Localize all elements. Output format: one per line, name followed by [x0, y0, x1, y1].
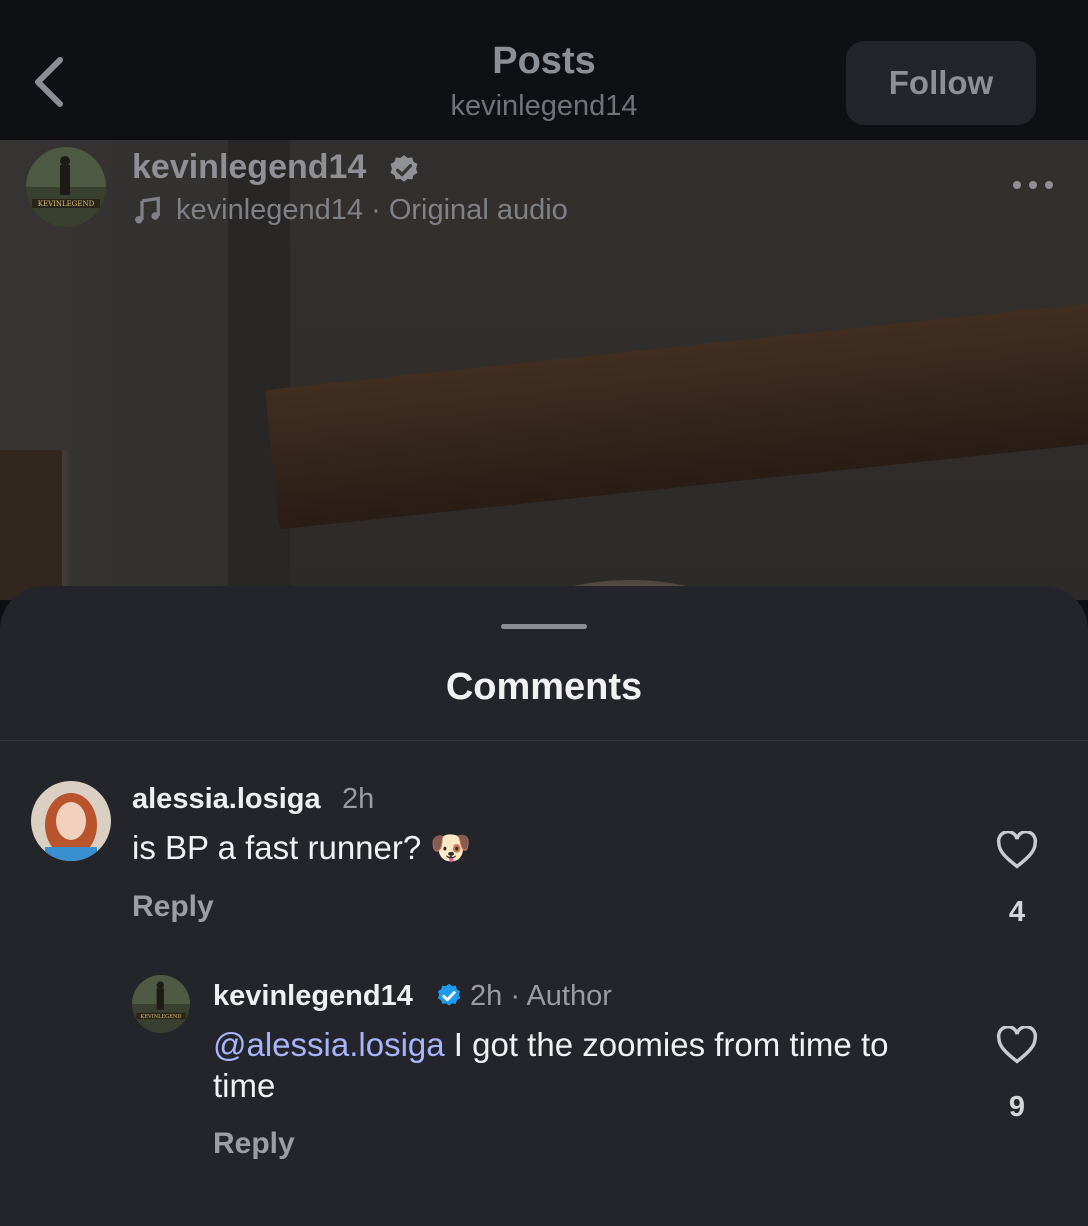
audio-label: Original audio [388, 194, 568, 226]
comment-time: 2h [342, 783, 375, 815]
top-bar: Posts kevinlegend14 Follow [0, 0, 1088, 140]
commenter-avatar[interactable] [31, 781, 111, 861]
music-note-icon [135, 196, 160, 223]
like-count: 4 [1008, 896, 1026, 928]
audio-owner: kevinlegend14 [176, 194, 364, 226]
avatar-photo [31, 781, 111, 861]
reply-button[interactable]: Reply [213, 1127, 295, 1161]
heart-icon[interactable] [996, 831, 1038, 869]
heart-icon[interactable] [996, 1026, 1038, 1064]
comment-text: is BP a fast runner? 🐶 [132, 827, 471, 868]
reply-meta: 2h · Author [470, 980, 612, 1013]
like-count: 9 [1008, 1091, 1026, 1123]
reply-button[interactable]: Reply [132, 890, 214, 924]
comment-body: is BP a fast runner? [132, 829, 422, 866]
more-options-icon[interactable] [1010, 178, 1056, 192]
author-tag: · Author [510, 980, 612, 1012]
audio-attribution[interactable]: kevinlegend14 · Original audio [132, 194, 568, 227]
post-header: KEVINLEGEND kevinlegend14 kevinlegend14 … [0, 140, 1088, 240]
sheet-divider [0, 740, 1088, 741]
follow-button[interactable]: Follow [846, 41, 1036, 125]
post-author-avatar[interactable]: KEVINLEGEND [26, 147, 106, 227]
mention-link[interactable]: @alessia.losiga [213, 1026, 445, 1063]
sheet-grabber-handle[interactable] [501, 624, 587, 629]
verified-badge-icon [390, 155, 418, 182]
avatar-artwork: KEVINLEGEND [26, 147, 106, 227]
dog-emoji: 🐶 [430, 828, 472, 867]
audio-separator: · [363, 194, 389, 226]
comment-username[interactable]: alessia.losiga [132, 783, 321, 816]
comments-title: Comments [445, 666, 643, 708]
avatar-logo-lettering: KEVINLEGEND [38, 200, 95, 208]
avatar-logo-lettering: KEVINLEGEND [141, 1014, 182, 1020]
reply-text: @alessia.losiga I got the zoomies from t… [213, 1024, 953, 1106]
verified-badge-icon [437, 983, 461, 1006]
comments-sheet: Comments alessia.losiga 2h is BP a fast … [0, 586, 1088, 1226]
reply-username[interactable]: kevinlegend14 [213, 980, 413, 1013]
reply-time: 2h [470, 980, 503, 1012]
post-author-username[interactable]: kevinlegend14 [132, 148, 366, 187]
avatar-artwork: KEVINLEGEND [132, 975, 190, 1033]
author-avatar[interactable]: KEVINLEGEND [132, 975, 190, 1033]
